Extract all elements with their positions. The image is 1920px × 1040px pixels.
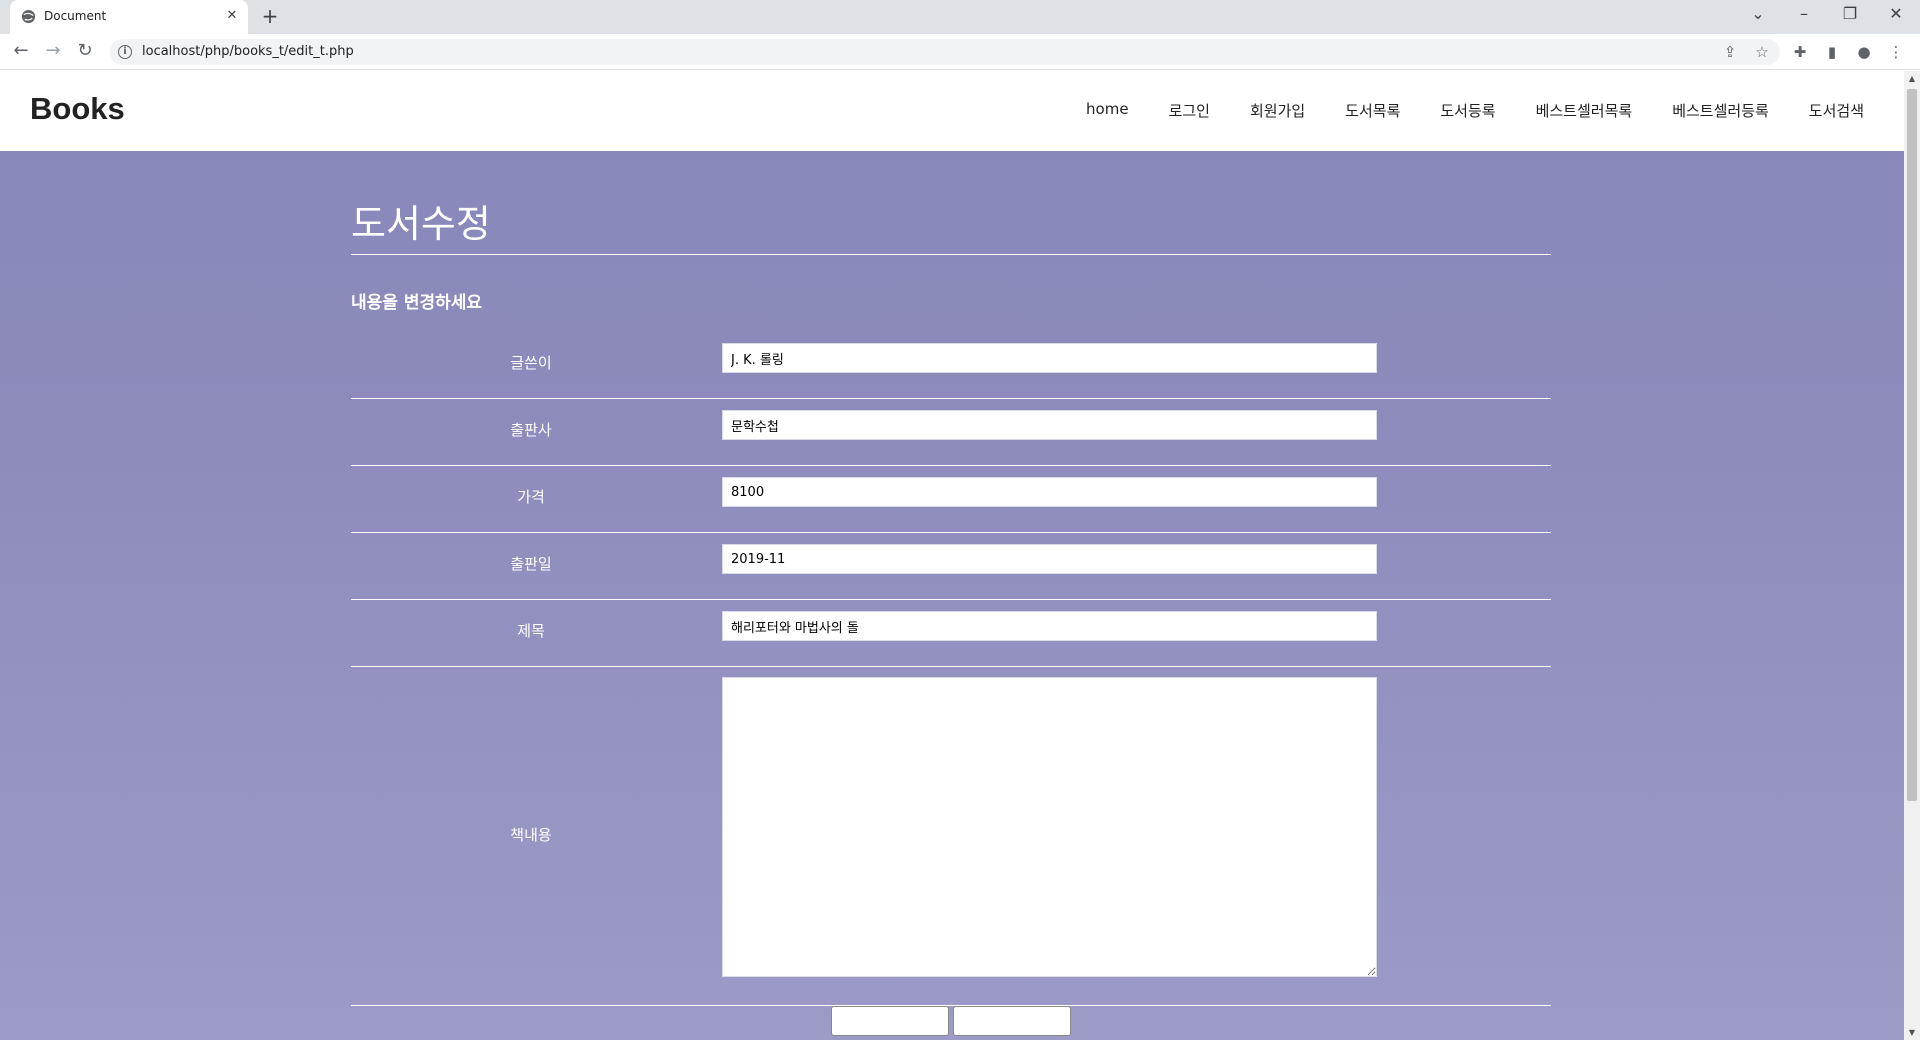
reset-button[interactable] [953,1006,1071,1036]
menu-icon[interactable]: ⋮ [1886,41,1906,63]
share-icon[interactable]: ⇪ [1720,41,1740,63]
form-row-title: 제목 [351,600,1551,667]
tab-title: Document [44,9,107,23]
author-input[interactable] [722,343,1377,373]
url-text[interactable]: localhost/php/books_t/edit_t.php [142,44,354,59]
globe-icon [21,9,36,24]
nav-book-list[interactable]: 도서목록 [1345,100,1400,121]
scroll-up-icon[interactable]: ▲ [1904,74,1920,83]
page-scrollbar[interactable]: ▲ ▼ [1904,71,1920,1040]
restore-icon[interactable]: ❐ [1838,4,1862,24]
pubdate-label: 출판일 [510,555,552,573]
submit-button[interactable] [831,1006,949,1036]
author-label: 글쓴이 [510,354,552,372]
scroll-down-icon[interactable]: ▼ [1904,1028,1920,1037]
back-icon[interactable]: ← [10,40,32,62]
price-input[interactable] [722,477,1377,507]
pubdate-input[interactable] [722,544,1377,574]
form-subtitle: 내용을 변경하세요 [351,293,483,313]
publisher-label: 출판사 [510,421,552,439]
chevron-down-icon[interactable]: ⌄ [1746,4,1770,24]
omnibox[interactable]: i localhost/php/books_t/edit_t.php [110,39,1780,65]
nav-book-register[interactable]: 도서등록 [1440,100,1495,121]
content-label: 책내용 [510,826,552,844]
edit-book-form: 글쓴이 출판사 가격 출판일 제목 책내용 [351,332,1551,1040]
nav-bestseller-list[interactable]: 베스트셀러목록 [1536,100,1633,121]
profile-icon[interactable]: ● [1854,41,1874,63]
extensions-icon[interactable]: ✚ [1790,41,1810,63]
site-logo[interactable]: Books [30,91,125,127]
forward-icon[interactable]: → [42,40,64,62]
form-row-price: 가격 [351,466,1551,533]
form-row-publisher: 출판사 [351,399,1551,466]
nav-signup[interactable]: 회원가입 [1250,100,1305,121]
edit-book-section: 도서수정 내용을 변경하세요 글쓴이 출판사 가격 출판일 제목 [351,193,1551,1040]
form-row-author: 글쓴이 [351,332,1551,399]
star-icon[interactable]: ☆ [1752,41,1772,63]
form-row-buttons [351,1006,1551,1040]
address-bar: ← → ↻ i localhost/php/books_t/edit_t.php… [0,34,1920,70]
info-icon[interactable]: i [118,45,132,59]
title-input[interactable] [722,611,1377,641]
tab-bar: Document ✕ + ⌄ – ❐ ✕ [0,0,1920,34]
title-label: 제목 [517,622,545,640]
sidebar-icon[interactable]: ▮ [1822,41,1842,63]
nav-book-search[interactable]: 도서검색 [1809,100,1864,121]
nav-home[interactable]: home [1086,100,1129,121]
reload-icon[interactable]: ↻ [74,40,96,62]
site-header: Books home 로그인 회원가입 도서목록 도서등록 베스트셀러목록 베스… [0,71,1904,151]
page-viewport: Books home 로그인 회원가입 도서목록 도서등록 베스트셀러목록 베스… [0,71,1904,1040]
window-close-icon[interactable]: ✕ [1884,4,1908,24]
content-textarea[interactable] [722,677,1377,977]
main-nav: home 로그인 회원가입 도서목록 도서등록 베스트셀러목록 베스트셀러등록 … [1046,100,1864,121]
scrollbar-thumb[interactable] [1907,89,1917,801]
page-title: 도서수정 [351,193,1551,255]
browser-tab[interactable]: Document ✕ [10,0,248,34]
price-label: 가격 [517,488,545,506]
minimize-icon[interactable]: – [1792,4,1816,24]
form-row-content: 책내용 [351,667,1551,1006]
plus-icon[interactable]: + [260,6,280,26]
nav-bestseller-register[interactable]: 베스트셀러등록 [1672,100,1769,121]
close-icon[interactable]: ✕ [224,8,240,24]
form-row-pubdate: 출판일 [351,533,1551,600]
publisher-input[interactable] [722,410,1377,440]
nav-login[interactable]: 로그인 [1169,100,1210,121]
